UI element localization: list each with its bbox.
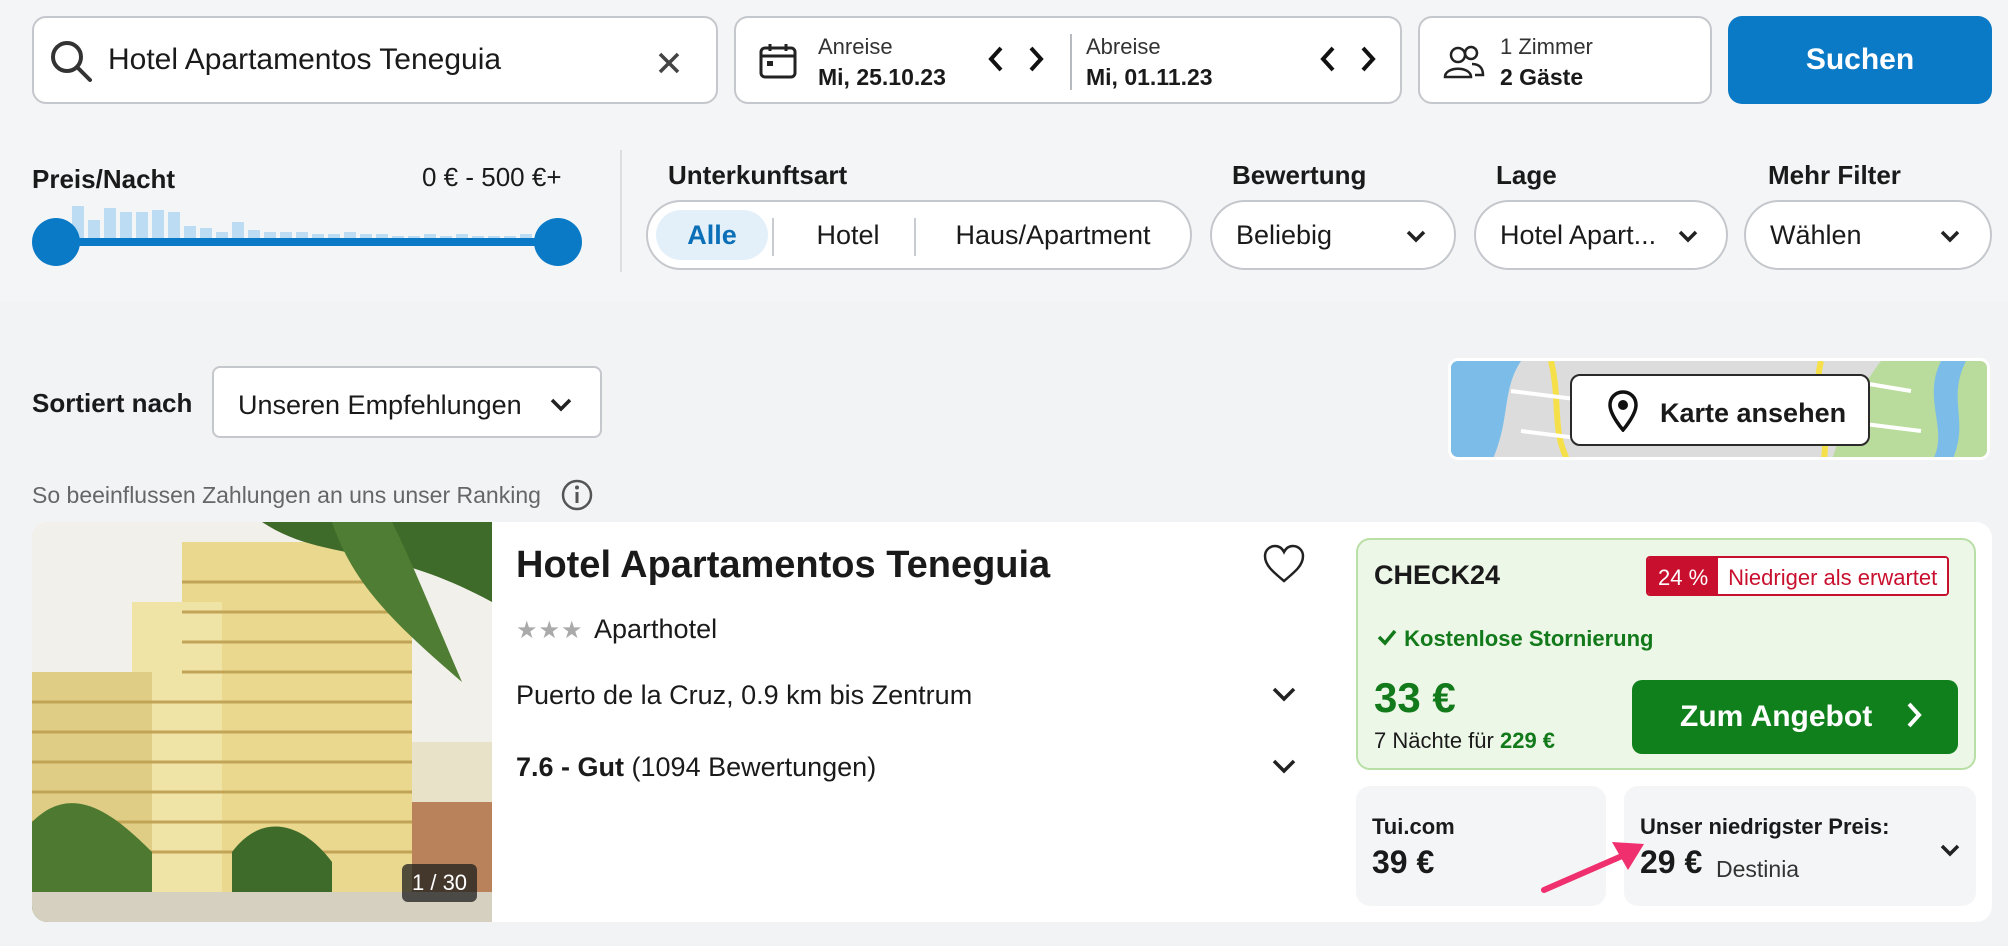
date-divider — [1070, 34, 1072, 90]
rating-filter-label: Bewertung — [1232, 160, 1367, 190]
checkout-prev-icon[interactable] — [1318, 44, 1338, 82]
sort-dropdown-value: Unseren Empfehlungen — [238, 390, 522, 420]
checkin-next-icon[interactable] — [1026, 44, 1046, 82]
chevron-down-icon[interactable] — [1270, 682, 1298, 711]
alt-offer-price: 39 € — [1372, 844, 1435, 880]
users-icon — [1442, 44, 1486, 85]
sort-dropdown[interactable]: Unseren Empfehlungen — [212, 366, 602, 438]
accommodation-type-selector[interactable]: Alle Hotel Haus/Apartment — [646, 200, 1192, 270]
close-icon[interactable] — [654, 40, 684, 87]
lowest-price-offer[interactable]: Unser niedrigster Preis: 29 € Destinia — [1624, 786, 1976, 906]
rating-score: 7.6 - Gut — [516, 752, 625, 782]
free-cancellation-text: Kostenlose Stornierung — [1404, 626, 1654, 651]
price-slider-track[interactable] — [56, 238, 558, 246]
sort-label: Sortiert nach — [32, 388, 193, 418]
discount-badge: 24 % Niedriger als erwartet — [1646, 556, 1950, 596]
chevron-down-icon — [1676, 224, 1700, 253]
segment-divider — [914, 218, 916, 256]
heart-icon[interactable] — [1262, 544, 1306, 589]
accommodation-option-hotel[interactable]: Hotel — [778, 210, 918, 260]
price-slider-max-handle[interactable] — [534, 218, 582, 266]
to-offer-button[interactable]: Zum Angebot — [1632, 680, 1958, 754]
price-filter-label: Preis/Nacht — [32, 164, 176, 194]
price-histogram — [72, 198, 552, 242]
search-icon — [48, 38, 94, 89]
ranking-info[interactable]: So beeinflussen Zahlungen an uns unser R… — [32, 479, 593, 511]
checkin-label: Anreise — [818, 34, 893, 59]
offer-provider: CHECK24 — [1374, 560, 1501, 590]
chevron-down-icon — [1938, 838, 1962, 867]
chevron-down-icon[interactable] — [1270, 754, 1298, 783]
accommodation-type-label: Unterkunftsart — [668, 160, 848, 190]
chevron-down-icon — [1404, 224, 1428, 253]
hotel-location: Puerto de la Cruz, 0.9 km bis Zentrum — [516, 680, 973, 710]
rooms-count: 1 Zimmer — [1500, 34, 1593, 59]
chevron-down-icon — [548, 392, 574, 421]
rating-dropdown-value: Beliebig — [1236, 220, 1333, 250]
location-filter-label: Lage — [1496, 160, 1557, 190]
date-picker[interactable]: Anreise Mi, 25.10.23 Abreise Mi, 01.11.2… — [734, 16, 1402, 104]
offer-price: 33 € — [1374, 674, 1456, 721]
lowest-price-label: Unser niedrigster Preis: — [1640, 814, 1890, 839]
location-dropdown-value: Hotel Apart... — [1500, 220, 1657, 250]
offer-total-price: 229 € — [1499, 728, 1556, 753]
more-filters-value: Wählen — [1770, 220, 1862, 250]
main-offer[interactable]: CHECK24 24 % Niedriger als erwartet Kost… — [1356, 538, 1976, 770]
rating-dropdown[interactable]: Beliebig — [1210, 200, 1456, 270]
checkin-prev-icon[interactable] — [986, 44, 1006, 82]
photo-counter: 1 / 30 — [402, 864, 478, 902]
checkout-label: Abreise — [1086, 34, 1161, 59]
price-slider-min-handle[interactable] — [32, 218, 80, 266]
to-offer-label: Zum Angebot — [1680, 700, 1873, 733]
rating-count: (1094 Bewertungen) — [631, 752, 877, 782]
more-filters-dropdown[interactable]: Wählen — [1744, 200, 1992, 270]
accommodation-option-house[interactable]: Haus/Apartment — [920, 210, 1186, 260]
calendar-icon — [758, 42, 798, 85]
view-map-label: Karte ansehen — [1660, 398, 1847, 428]
checkmark-icon — [1377, 629, 1397, 646]
free-cancellation: Kostenlose Stornierung — [1376, 626, 1653, 652]
chevron-right-icon — [1904, 699, 1924, 739]
chevron-down-icon — [1938, 224, 1962, 253]
discount-percent: 24 % — [1648, 558, 1719, 594]
histogram-bar — [104, 208, 116, 242]
hotel-photo[interactable] — [32, 522, 492, 922]
checkin-value[interactable]: Mi, 25.10.23 — [818, 64, 946, 91]
search-query[interactable]: Hotel Apartamentos Teneguia — [108, 43, 501, 77]
search-button[interactable]: Suchen — [1728, 16, 1992, 104]
guests-picker[interactable]: 1 Zimmer 2 Gäste — [1418, 16, 1712, 104]
hotel-rating: 7.6 - Gut (1094 Bewertungen) — [516, 752, 876, 783]
price-range-value: 0 € - 500 €+ — [422, 162, 562, 192]
checkout-next-icon[interactable] — [1358, 44, 1378, 82]
star-rating-icon: ★★★ — [516, 617, 584, 644]
checkout-value[interactable]: Mi, 01.11.23 — [1086, 64, 1213, 91]
offer-total: 7 Nächte für 229 € — [1374, 728, 1555, 754]
filter-divider — [620, 150, 622, 272]
ranking-info-text: So beeinflussen Zahlungen an uns unser R… — [32, 482, 541, 508]
location-pin-icon — [1608, 390, 1638, 437]
offer-nights-text: 7 Nächte für — [1374, 728, 1494, 753]
more-filters-label: Mehr Filter — [1768, 160, 1901, 190]
segment-divider — [772, 218, 774, 256]
info-icon[interactable] — [560, 478, 594, 518]
location-dropdown[interactable]: Hotel Apart... — [1474, 200, 1728, 270]
view-map-button[interactable]: Karte ansehen — [1570, 374, 1870, 446]
alt-offer-provider: Tui.com — [1372, 814, 1455, 839]
annotation-arrow — [1541, 842, 1644, 893]
search-input[interactable]: Hotel Apartamentos Teneguia — [32, 16, 718, 104]
guests-count: 2 Gäste — [1500, 64, 1584, 90]
accommodation-option-all[interactable]: Alle — [656, 210, 768, 260]
hotel-type: Aparthotel — [594, 614, 718, 644]
lowest-price-provider: Destinia — [1716, 856, 1800, 882]
discount-text: Niedriger als erwartet — [1718, 558, 1948, 594]
hotel-title[interactable]: Hotel Apartamentos Teneguia — [516, 544, 1050, 587]
